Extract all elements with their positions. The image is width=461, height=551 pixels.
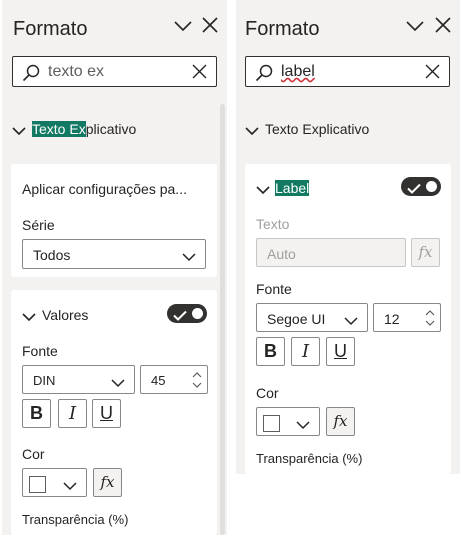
- collapse-chevron-icon[interactable]: [405, 16, 425, 41]
- font-size-value: 12: [384, 311, 400, 327]
- fx-button[interactable]: fx: [411, 238, 440, 267]
- search-value: texto ex: [48, 63, 105, 80]
- color-picker[interactable]: [256, 407, 320, 436]
- transparency-label: Transparência (%): [22, 512, 129, 527]
- chevron-down-icon: [245, 124, 259, 140]
- italic-button[interactable]: I: [58, 399, 87, 428]
- label-toggle[interactable]: [401, 177, 441, 196]
- section-title-rest: plicativo: [85, 121, 137, 137]
- search-icon: [22, 64, 40, 87]
- search-value: label: [281, 63, 315, 80]
- font-size-value: 45: [151, 373, 166, 388]
- section-title: Texto Explicativo: [32, 121, 136, 137]
- format-pane-right: Formato label Texto Explicativo Label Te…: [236, 0, 460, 474]
- chevron-down-icon[interactable]: [256, 183, 270, 201]
- section-texto-explicativo[interactable]: Texto Explicativo: [12, 121, 212, 141]
- color-swatch: [29, 476, 46, 493]
- spin-arrows-icon[interactable]: [192, 371, 202, 394]
- color-swatch: [263, 415, 280, 432]
- search-highlight: Label: [275, 180, 310, 196]
- search-icon: [255, 64, 273, 87]
- check-icon: [173, 308, 187, 326]
- chevron-down-icon: [111, 375, 125, 393]
- font-dropdown[interactable]: Segoe UI: [256, 303, 368, 332]
- font-label: Fonte: [22, 343, 58, 359]
- check-icon: [407, 181, 421, 199]
- series-value: Todos: [33, 247, 71, 263]
- clear-search-icon[interactable]: [191, 63, 208, 85]
- color-label: Cor: [256, 385, 279, 401]
- bold-button[interactable]: B: [22, 399, 51, 428]
- section-texto-explicativo[interactable]: Texto Explicativo: [245, 121, 445, 141]
- apply-settings-card: Aplicar configurações pa... Série Todos: [11, 164, 217, 277]
- font-value: Segoe UI: [267, 311, 326, 327]
- underline-button[interactable]: U: [92, 399, 121, 428]
- fx-button[interactable]: fx: [326, 407, 355, 436]
- apply-settings-label: Aplicar configurações pa...: [22, 181, 187, 197]
- close-icon[interactable]: [434, 16, 452, 39]
- bold-button[interactable]: B: [256, 337, 285, 366]
- font-label: Fonte: [256, 281, 292, 297]
- toggle-knob: [192, 308, 203, 319]
- pane-title: Formato: [13, 18, 88, 40]
- search-highlight: Texto Ex: [32, 121, 86, 137]
- values-card: Valores Fonte DIN 45 B I U Cor fx Transp…: [11, 290, 217, 535]
- text-value: Auto: [267, 246, 296, 262]
- close-icon[interactable]: [201, 16, 219, 39]
- chevron-down-icon: [182, 249, 196, 267]
- chevron-down-icon: [63, 478, 77, 496]
- chevron-down-icon[interactable]: [22, 310, 36, 328]
- chevron-down-icon: [296, 417, 310, 435]
- toggle-knob: [426, 181, 437, 192]
- text-input[interactable]: Auto: [256, 238, 406, 267]
- fx-button[interactable]: fx: [93, 468, 122, 497]
- font-dropdown[interactable]: DIN: [22, 365, 135, 394]
- values-title: Valores: [42, 307, 89, 323]
- pane-title: Formato: [245, 18, 320, 40]
- label-title: Label: [275, 180, 310, 196]
- search-input[interactable]: texto ex: [12, 56, 217, 87]
- font-value: DIN: [33, 373, 56, 388]
- font-size-stepper[interactable]: 12: [373, 303, 441, 332]
- values-toggle[interactable]: [167, 304, 207, 323]
- collapse-chevron-icon[interactable]: [173, 16, 193, 41]
- italic-button[interactable]: I: [291, 337, 320, 366]
- color-picker[interactable]: [22, 468, 87, 497]
- series-dropdown[interactable]: Todos: [22, 239, 206, 269]
- text-label: Texto: [256, 216, 290, 232]
- chevron-down-icon: [12, 124, 26, 140]
- scrollbar-track[interactable]: [220, 104, 225, 535]
- series-label: Série: [22, 217, 55, 233]
- format-pane-left: Formato texto ex Texto Explicativo Aplic…: [2, 0, 227, 535]
- search-input[interactable]: label: [245, 56, 450, 87]
- transparency-label: Transparência (%): [256, 451, 363, 466]
- font-size-stepper[interactable]: 45: [140, 365, 208, 394]
- clear-search-icon[interactable]: [424, 63, 441, 85]
- chevron-down-icon: [344, 313, 358, 331]
- section-title: Texto Explicativo: [265, 121, 370, 137]
- spin-arrows-icon[interactable]: [425, 309, 435, 332]
- underline-button[interactable]: U: [326, 337, 355, 366]
- label-card: Label Texto Auto fx Fonte Segoe UI 12 B …: [245, 164, 451, 474]
- color-label: Cor: [22, 446, 45, 462]
